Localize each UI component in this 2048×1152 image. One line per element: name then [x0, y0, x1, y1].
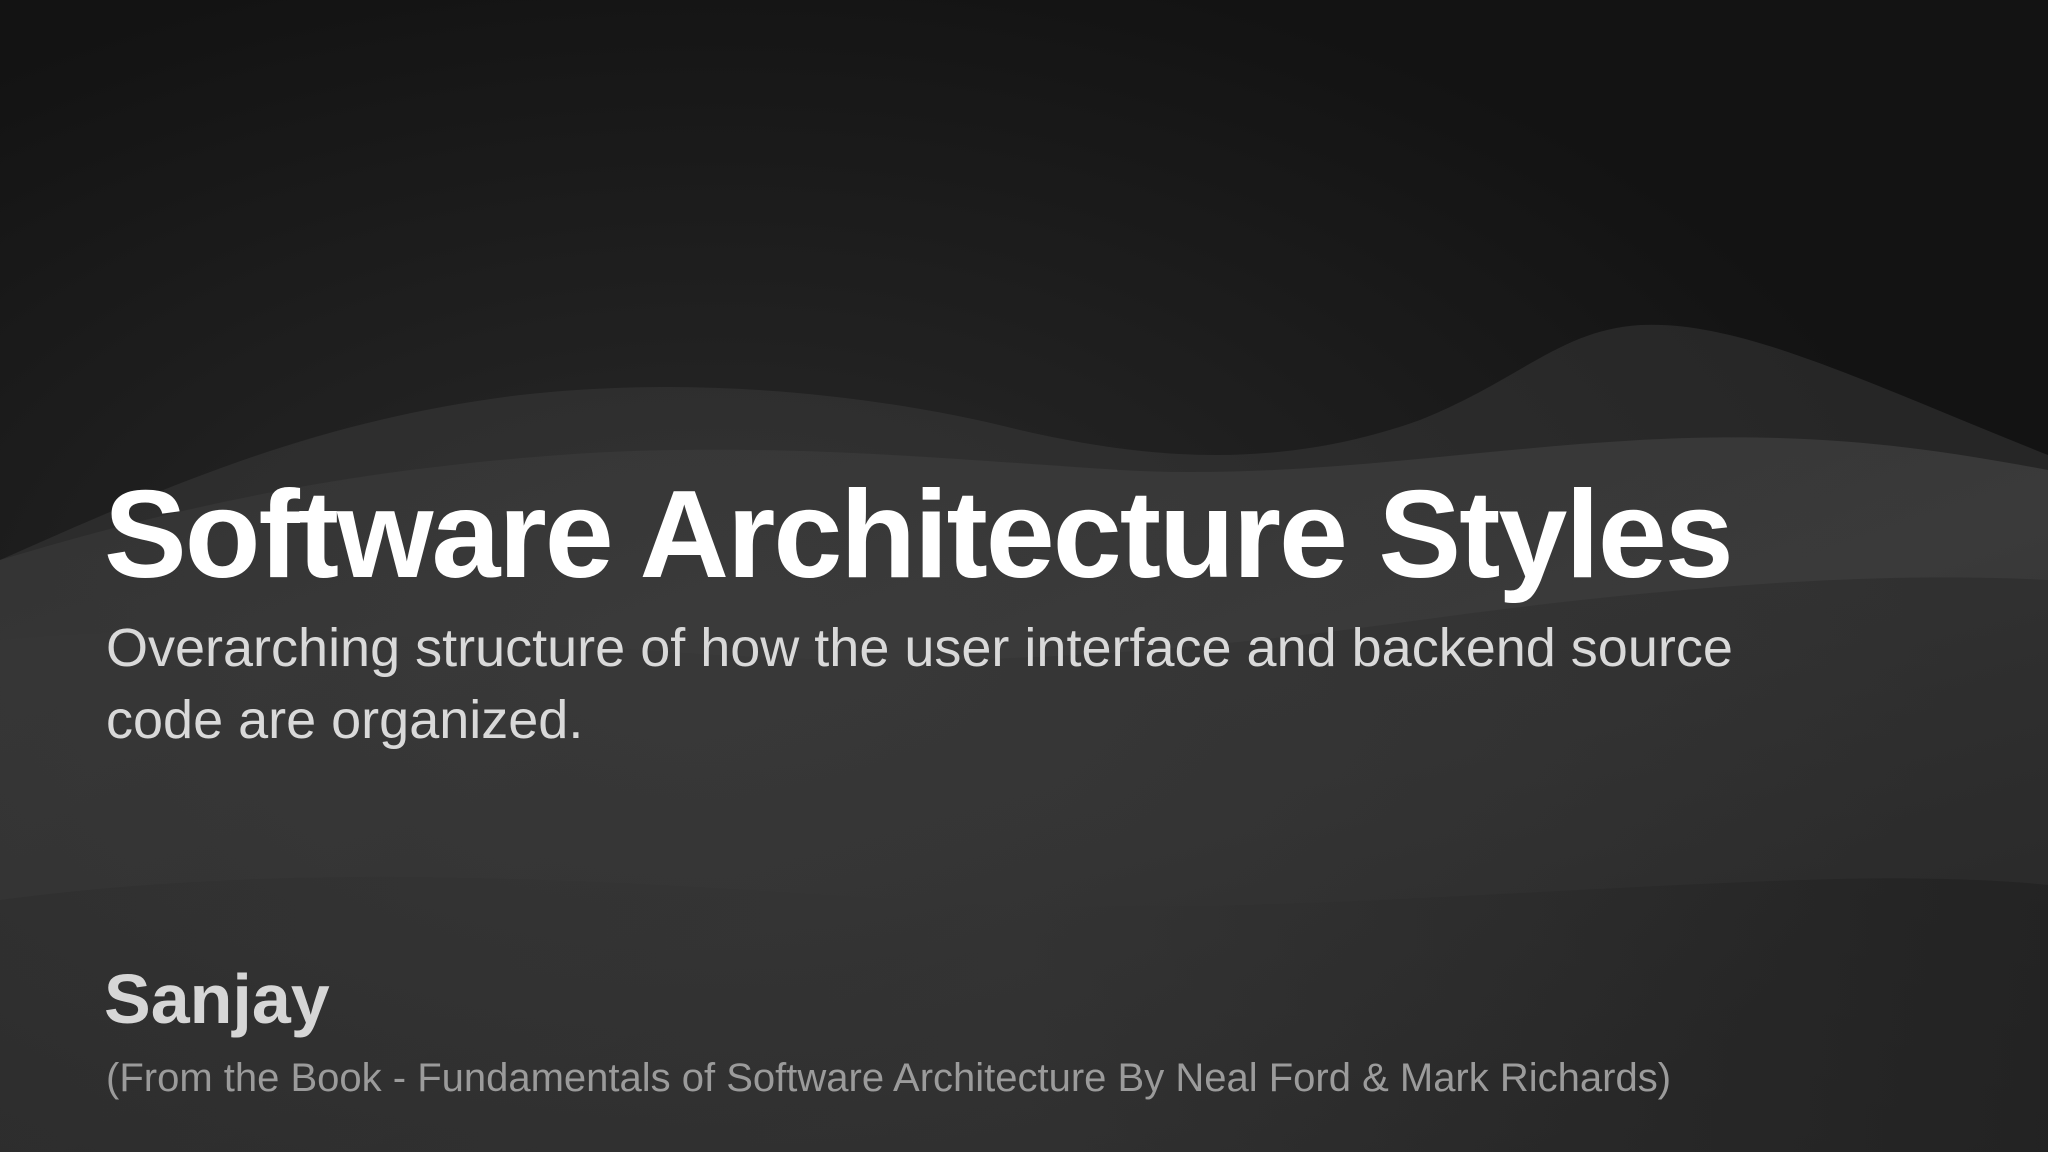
author-name: Sanjay — [104, 960, 330, 1038]
slide-subtitle: Overarching structure of how the user in… — [106, 618, 1733, 750]
source-citation: (From the Book - Fundamentals of Softwar… — [106, 1056, 1672, 1100]
slide-title: Software Architecture Styles — [104, 466, 1734, 604]
title-slide: Software Architecture Styles Overarching… — [0, 0, 2048, 1152]
